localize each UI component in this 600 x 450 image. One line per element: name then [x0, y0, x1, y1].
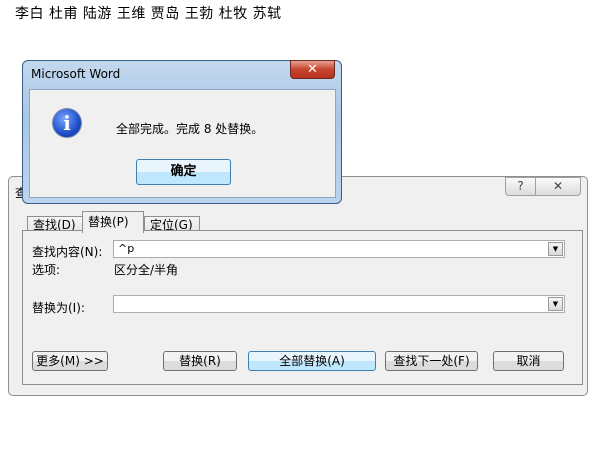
help-button[interactable]: ? [505, 177, 536, 196]
chevron-down-icon[interactable]: ▼ [548, 297, 563, 311]
ok-button[interactable]: 确定 [136, 159, 231, 185]
message-box-title: Microsoft Word [31, 67, 121, 81]
find-next-button[interactable]: 查找下一处(F) [385, 351, 478, 371]
replace-input[interactable]: ▼ [113, 295, 565, 313]
options-value: 区分全/半角 [114, 263, 179, 277]
message-box-body: i 全部完成。完成 8 处替换。 确定 [29, 89, 336, 198]
find-value: ^p [118, 242, 135, 255]
message-box-close-button[interactable]: ✕ [290, 60, 335, 79]
replace-tab-panel: 查找内容(N): ^p ▼ 选项: 区分全/半角 替换为(I): ▼ 更多(M)… [22, 230, 583, 385]
cancel-button[interactable]: 取消 [493, 351, 564, 371]
replace-button[interactable]: 替换(R) [163, 351, 237, 371]
find-replace-dialog: 查 ? ✕ 查找(D) 替换(P) 定位(G) 查找内容(N): ^p ▼ 选项… [8, 176, 588, 396]
options-label: 选项: [32, 263, 61, 277]
document-text: 李白 杜甫 陆游 王维 贾岛 王勃 杜牧 苏轼 [15, 6, 282, 22]
tab-replace[interactable]: 替换(P) [82, 211, 144, 233]
find-input[interactable]: ^p ▼ [113, 240, 565, 258]
more-button[interactable]: 更多(M) >> [32, 351, 108, 371]
replace-all-button[interactable]: 全部替换(A) [248, 351, 376, 371]
replace-label: 替换为(I): [32, 301, 85, 315]
chevron-down-icon[interactable]: ▼ [548, 242, 563, 256]
close-button[interactable]: ✕ [535, 177, 581, 196]
info-icon: i [52, 108, 82, 138]
message-box: Microsoft Word ✕ i 全部完成。完成 8 处替换。 确定 [22, 60, 342, 204]
message-text: 全部完成。完成 8 处替换。 [116, 122, 264, 136]
find-label: 查找内容(N): [32, 245, 103, 259]
